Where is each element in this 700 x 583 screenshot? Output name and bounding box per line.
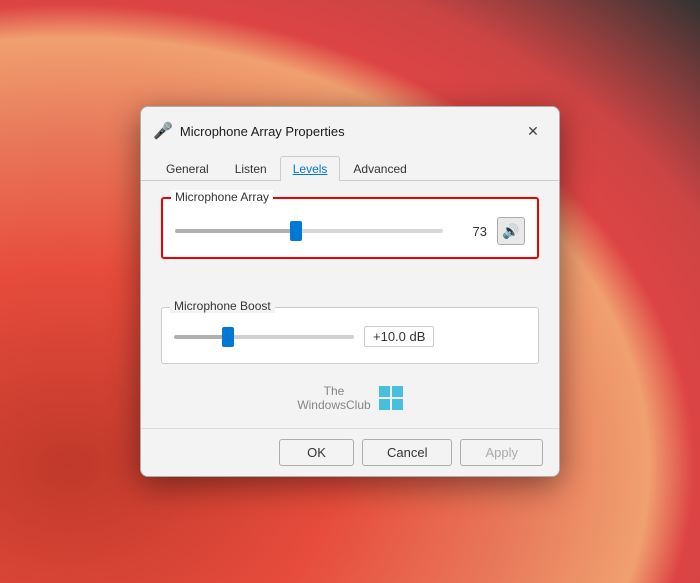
dialog-title: Microphone Array Properties xyxy=(180,124,345,139)
ok-button[interactable]: OK xyxy=(279,439,354,466)
close-button[interactable]: ✕ xyxy=(519,117,547,145)
apply-button[interactable]: Apply xyxy=(460,439,543,466)
microphone-array-slider-row: 73 🔊 xyxy=(175,217,525,245)
content-area: Microphone Array 73 🔊 Microphone Boost +… xyxy=(141,181,559,428)
cancel-button[interactable]: Cancel xyxy=(362,439,452,466)
tab-levels[interactable]: Levels xyxy=(280,156,341,181)
microphone-array-section: Microphone Array 73 🔊 xyxy=(161,197,539,259)
microphone-array-slider[interactable] xyxy=(175,229,443,233)
microphone-icon: 🎤 xyxy=(153,121,173,141)
watermark-text: The WindowsClub xyxy=(297,384,370,412)
windowsclub-logo xyxy=(379,386,403,410)
microphone-array-thumb[interactable] xyxy=(290,221,302,241)
microphone-array-value: 73 xyxy=(453,224,487,239)
volume-button[interactable]: 🔊 xyxy=(497,217,525,245)
microphone-boost-thumb[interactable] xyxy=(222,327,234,347)
microphone-boost-value: +10.0 dB xyxy=(364,326,434,347)
title-bar-left: 🎤 Microphone Array Properties xyxy=(153,121,345,141)
tab-bar: General Listen Levels Advanced xyxy=(141,149,559,181)
microphone-array-label: Microphone Array xyxy=(171,190,273,204)
microphone-boost-section: Microphone Boost +10.0 dB xyxy=(161,307,539,364)
speaker-icon: 🔊 xyxy=(502,223,519,240)
microphone-boost-slider[interactable] xyxy=(174,335,354,339)
properties-dialog: 🎤 Microphone Array Properties ✕ General … xyxy=(140,106,560,477)
watermark: The WindowsClub xyxy=(161,384,539,412)
microphone-boost-label: Microphone Boost xyxy=(170,299,275,313)
title-bar: 🎤 Microphone Array Properties ✕ xyxy=(141,107,559,145)
tab-advanced[interactable]: Advanced xyxy=(340,156,419,181)
spacer xyxy=(161,275,539,299)
tab-listen[interactable]: Listen xyxy=(222,156,280,181)
tab-general[interactable]: General xyxy=(153,156,222,181)
footer: OK Cancel Apply xyxy=(141,428,559,476)
microphone-boost-slider-row: +10.0 dB xyxy=(174,326,526,347)
